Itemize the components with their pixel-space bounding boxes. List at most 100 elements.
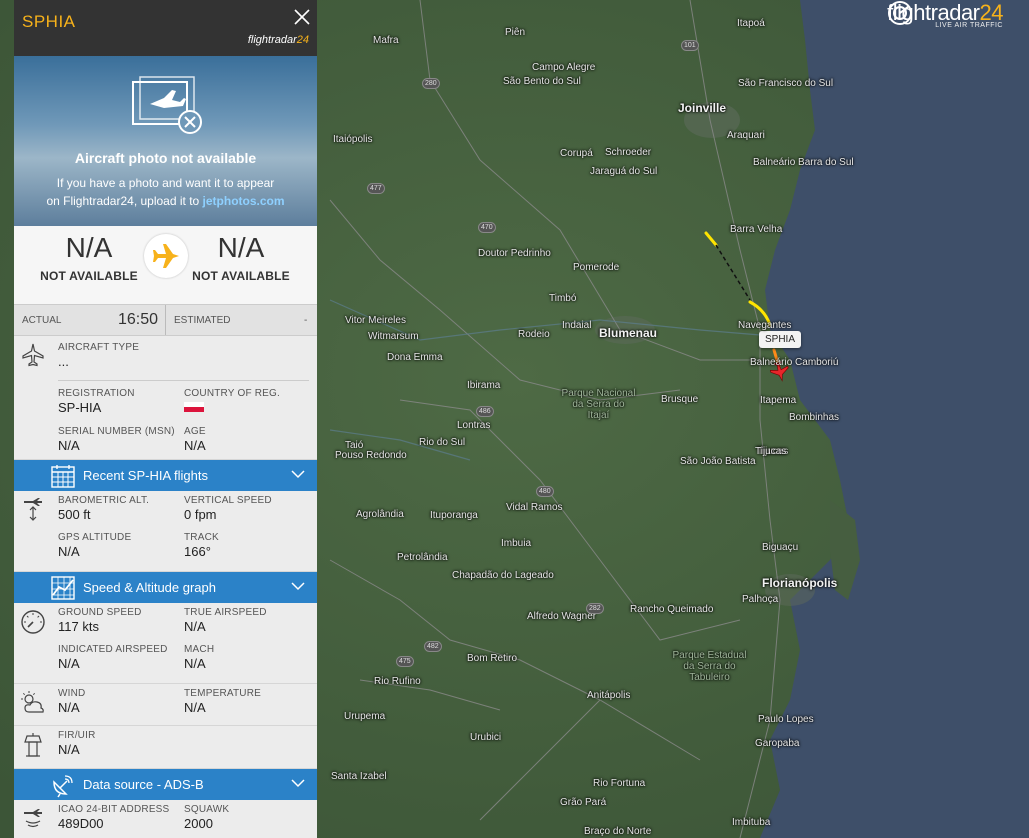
vertical-speed-field: VERTICAL SPEED 0 fpm bbox=[184, 495, 272, 522]
map-city-label: Doutor Pedrinho bbox=[478, 248, 551, 259]
country-field: COUNTRY OF REG. bbox=[184, 388, 280, 412]
map-city-label: Chapadão do Lageado bbox=[452, 570, 554, 581]
map-city-label: Balneário Barra do Sul bbox=[753, 157, 854, 168]
age-value: N/A bbox=[184, 438, 206, 453]
map-city-label: Lontras bbox=[457, 420, 491, 431]
map-city-label: Petrolândia bbox=[397, 552, 448, 563]
map-city-label: Dona Emma bbox=[387, 352, 443, 363]
serial-value: N/A bbox=[58, 438, 80, 453]
map-city-label: Indaial bbox=[562, 320, 592, 331]
map-city-label: Itapema bbox=[760, 395, 797, 406]
map-city-label: Parque Estadual da Serra do Tabuleiro bbox=[672, 650, 747, 683]
map-city-label: Biguaçu bbox=[762, 542, 799, 553]
map-city-label: Bom Retiro bbox=[467, 653, 518, 664]
fir-section: FIR/UIR N/A bbox=[14, 726, 317, 769]
recent-flights-toggle[interactable]: Recent SP-HIA flights bbox=[14, 460, 317, 491]
details-divider bbox=[58, 380, 309, 381]
road-number-shield: 480 bbox=[536, 486, 554, 497]
map-city-label: São Bento do Sul bbox=[503, 76, 581, 87]
map-city-label: Itapoá bbox=[737, 18, 765, 29]
photo-text-line1: If you have a photo and want it to appea… bbox=[56, 176, 275, 190]
road-number-shield: 477 bbox=[367, 183, 385, 194]
weather-icon bbox=[21, 691, 44, 713]
photo-text-line2: on Flightradar24, upload it to jetphotos… bbox=[14, 192, 317, 210]
brand-logo[interactable]: flightradar 24 LIVE AIR TRAFFIC bbox=[887, 0, 1003, 29]
registration-value: SP-HIA bbox=[58, 400, 102, 415]
vertical-speed-value: 0 fpm bbox=[184, 507, 217, 522]
map-city-label: Agrolândia bbox=[356, 509, 404, 520]
data-source-toggle[interactable]: Data source - ADS-B bbox=[14, 769, 317, 800]
ground-speed-label: GROUND SPEED bbox=[58, 607, 142, 618]
close-icon[interactable] bbox=[293, 8, 311, 26]
actual-label: ACTUAL bbox=[22, 315, 62, 326]
aircraft-photo-placeholder[interactable]: Aircraft photo not available If you have… bbox=[14, 56, 317, 226]
origin-code[interactable]: N/A bbox=[24, 232, 154, 264]
country-label: COUNTRY OF REG. bbox=[184, 388, 280, 399]
icao-address-field: ICAO 24-BIT ADDRESS 489D00 bbox=[58, 804, 169, 831]
panel-logo-text: flightradar bbox=[247, 34, 297, 46]
temperature-value: N/A bbox=[184, 700, 206, 715]
mach-field: MACH N/A bbox=[184, 644, 214, 671]
icao-address-value: 489D00 bbox=[58, 816, 104, 831]
map-city-label: Rio Fortuna bbox=[593, 778, 646, 789]
map-city-label: Palhoça bbox=[742, 594, 779, 605]
map-city-label: Vidal Ramos bbox=[506, 502, 563, 513]
wind-label: WIND bbox=[58, 688, 86, 699]
map-city-label: Vitor Meireles bbox=[345, 315, 406, 326]
fir-label: FIR/UIR bbox=[58, 730, 96, 741]
aircraft-callsign-tag[interactable]: SPHIA bbox=[759, 331, 802, 348]
map-city-label: Schroeder bbox=[605, 147, 652, 158]
chevron-down-icon bbox=[291, 470, 305, 479]
squawk-field: SQUAWK 2000 bbox=[184, 804, 229, 831]
icao-address-label: ICAO 24-BIT ADDRESS bbox=[58, 804, 170, 815]
jetphotos-link[interactable]: jetphotos.com bbox=[203, 194, 285, 208]
map-city-label: Pomerode bbox=[573, 262, 620, 273]
gps-altitude-field: GPS ALTITUDE N/A bbox=[58, 532, 131, 559]
mach-value: N/A bbox=[184, 656, 206, 671]
map-city-label: Parque Nacional da Serra do Itajaí bbox=[561, 388, 636, 421]
map-city-label: Rio Rufino bbox=[374, 676, 421, 687]
map-city-label: Ituporanga bbox=[430, 510, 478, 521]
aircraft-type-label: AIRCRAFT TYPE bbox=[58, 342, 140, 353]
aircraft-info-panel: SPHIA flightradar24 Aircraft photo not a… bbox=[14, 0, 317, 838]
speed-altitude-graph-label: Speed & Altitude graph bbox=[83, 580, 216, 595]
estimated-label: ESTIMATED bbox=[174, 315, 231, 326]
callsign-title: SPHIA bbox=[22, 12, 76, 31]
map-city-label: Barra Velha bbox=[730, 224, 783, 235]
road-number-shield: 282 bbox=[586, 603, 604, 614]
temperature-label: TEMPERATURE bbox=[184, 688, 262, 699]
true-airspeed-label: TRUE AIRSPEED bbox=[184, 607, 267, 618]
poland-flag-icon bbox=[184, 402, 204, 412]
map-city-label: Joinville bbox=[678, 101, 727, 115]
radar-icon bbox=[888, 1, 913, 25]
map-city-label: Rodeio bbox=[518, 329, 550, 340]
speed-altitude-graph-toggle[interactable]: Speed & Altitude graph bbox=[14, 572, 317, 603]
vertical-speed-label: VERTICAL SPEED bbox=[184, 495, 272, 506]
origin-name: NOT AVAILABLE bbox=[40, 269, 138, 283]
serial-field: SERIAL NUMBER (MSN) N/A bbox=[58, 426, 175, 453]
map-city-label: Braço do Norte bbox=[584, 826, 652, 837]
map-city-label: Imbituba bbox=[732, 817, 771, 828]
calendar-icon bbox=[51, 465, 75, 488]
map-city-label: Tijucas bbox=[755, 446, 787, 457]
indicated-airspeed-value: N/A bbox=[58, 656, 80, 671]
map-city-label: Araquari bbox=[727, 130, 765, 141]
photo-unavailable-text: If you have a photo and want it to appea… bbox=[14, 174, 317, 210]
speedometer-icon bbox=[21, 610, 45, 634]
transponder-section: ICAO 24-BIT ADDRESS 489D00 SQUAWK 2000 bbox=[14, 800, 317, 838]
map-city-label: Witmarsum bbox=[368, 331, 419, 342]
barometric-alt-field: BAROMETRIC ALT. 500 ft bbox=[58, 495, 149, 522]
barometric-alt-value: 500 ft bbox=[58, 507, 91, 522]
serial-label: SERIAL NUMBER (MSN) bbox=[58, 426, 175, 437]
map-city-label: São João Batista bbox=[680, 456, 756, 467]
airplane-icon bbox=[22, 343, 44, 367]
mach-label: MACH bbox=[184, 644, 215, 655]
indicated-airspeed-field: INDICATED AIRSPEED N/A bbox=[58, 644, 168, 671]
ground-speed-value: 117 kts bbox=[58, 619, 99, 634]
map-city-label: Paulo Lopes bbox=[758, 714, 814, 725]
destination-code[interactable]: N/A bbox=[176, 232, 306, 264]
wind-field: WIND N/A bbox=[58, 688, 85, 715]
road-number-shield: 101 bbox=[681, 40, 699, 51]
graph-icon bbox=[51, 576, 75, 600]
map-city-label: Navegantes bbox=[738, 320, 792, 331]
